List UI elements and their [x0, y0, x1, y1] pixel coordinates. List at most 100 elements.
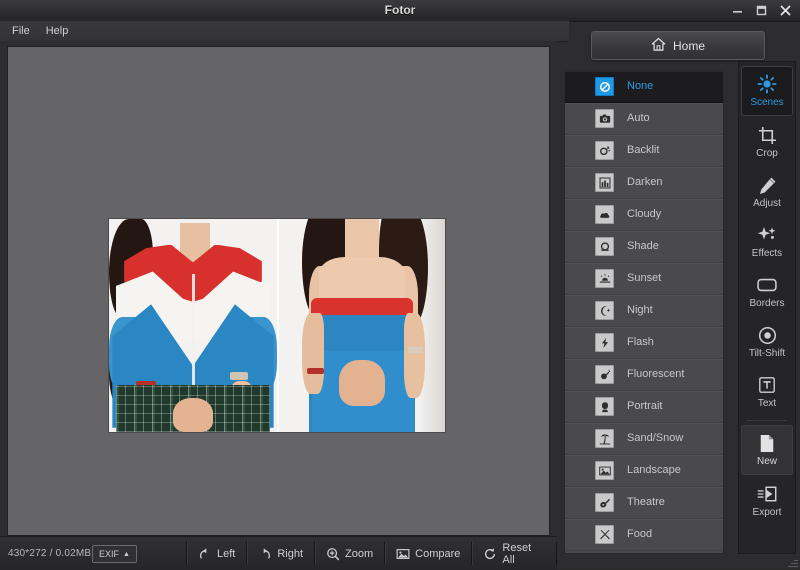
reset-all-label: Reset All: [502, 541, 532, 566]
portrait-icon: [595, 397, 614, 416]
crop-icon: [758, 125, 777, 145]
rail-item-crop[interactable]: Crop: [742, 118, 792, 166]
scene-label: Cloudy: [627, 208, 662, 220]
edited-photo[interactable]: [109, 219, 445, 432]
rotate-left-icon: [198, 547, 212, 561]
rotate-right-label: Right: [277, 547, 304, 560]
exif-button[interactable]: EXIF ▲: [92, 545, 137, 563]
menu-file[interactable]: File: [12, 25, 30, 37]
text-t-icon: [758, 375, 776, 395]
reset-icon: [483, 547, 497, 561]
caret-up-icon: ▲: [123, 550, 130, 558]
shade-icon: [595, 237, 614, 256]
backlit-sun-icon: [595, 141, 614, 160]
figure2-red-bracelet: [307, 368, 324, 375]
rail-divider: [747, 420, 787, 421]
maximize-button[interactable]: [750, 3, 772, 19]
rail-item-effects[interactable]: Effects: [742, 218, 792, 266]
rail-label: Borders: [749, 298, 785, 309]
home-button[interactable]: Home: [591, 31, 765, 60]
rail-label: New: [756, 456, 777, 467]
rail-item-new[interactable]: New: [741, 425, 793, 475]
scene-item-backlit[interactable]: Backlit: [565, 135, 723, 167]
rotate-left-label: Left: [217, 547, 236, 560]
title-bar: Fotor: [0, 0, 800, 22]
window-resize-grip[interactable]: [786, 555, 798, 567]
scene-label: Night: [627, 304, 653, 316]
fotor-application-window: Fotor File Help 430*272 / 0.02MB EXIF ▲ …: [0, 0, 800, 570]
rail-label: Text: [757, 398, 777, 409]
figure1-clasped-hands: [172, 397, 214, 432]
scene-item-auto[interactable]: Auto: [565, 103, 723, 135]
menu-help[interactable]: Help: [46, 25, 69, 37]
scene-item-flash[interactable]: Flash: [565, 327, 723, 359]
scene-item-shade[interactable]: Shade: [565, 231, 723, 263]
new-document-icon: [759, 433, 775, 453]
reset-all-button[interactable]: Reset All: [472, 541, 557, 566]
scene-item-fluorescent[interactable]: Fluorescent: [565, 359, 723, 391]
rail-item-export[interactable]: Export: [742, 477, 792, 525]
guitar-icon: [595, 493, 614, 512]
figure1-watch: [229, 372, 249, 380]
scene-item-night[interactable]: Night: [565, 295, 723, 327]
cloud-icon: [595, 205, 614, 224]
rail-item-adjust[interactable]: Adjust: [742, 168, 792, 216]
scene-item-darken[interactable]: Darken: [565, 167, 723, 199]
rail-item-scenes[interactable]: Scenes: [741, 66, 793, 116]
close-button[interactable]: [774, 3, 796, 19]
scene-label: Food: [627, 528, 653, 540]
compare-button[interactable]: Compare: [385, 542, 473, 565]
rail-label: Effects: [751, 248, 783, 259]
scene-label: Backlit: [627, 144, 660, 156]
rotate-left-button[interactable]: Left: [186, 542, 248, 565]
scene-label: Darken: [627, 176, 663, 188]
scene-item-none[interactable]: None: [565, 71, 723, 103]
scene-label: Landscape: [627, 464, 681, 476]
rail-label: Crop: [756, 148, 778, 159]
scene-item-food[interactable]: Food: [565, 519, 723, 551]
minimize-button[interactable]: [726, 3, 748, 19]
target-circle-icon: [758, 325, 777, 345]
sunset-icon: [595, 269, 614, 288]
scene-label: Shade: [627, 240, 659, 252]
scene-label: Auto: [627, 112, 650, 124]
scene-item-cloudy[interactable]: Cloudy: [565, 199, 723, 231]
scene-item-portrait[interactable]: Portrait: [565, 391, 723, 423]
rail-item-tilt-shift[interactable]: Tilt-Shift: [742, 318, 792, 366]
scene-item-theatre[interactable]: Theatre: [565, 487, 723, 519]
window-title: Fotor: [384, 3, 416, 17]
scene-item-sunset[interactable]: Sunset: [565, 263, 723, 295]
zoom-button[interactable]: Zoom: [315, 542, 386, 565]
tool-rail: Scenes Crop Adjust Effects Borders Tilt-…: [738, 61, 796, 554]
scenes-list-panel[interactable]: None Auto Backlit Darken Cloudy Shade Su…: [564, 70, 724, 554]
rotate-right-icon: [258, 547, 272, 561]
scene-label: Sunset: [627, 272, 662, 284]
lightning-icon: [595, 333, 614, 352]
image-info-label: 430*272 / 0.02MB: [8, 548, 92, 559]
scene-item-sand-snow[interactable]: Sand/Snow: [565, 423, 723, 455]
zoom-in-icon: [326, 547, 340, 561]
image-canvas[interactable]: [7, 46, 550, 536]
scene-label: Flash: [627, 336, 654, 348]
rail-label: Tilt-Shift: [748, 348, 786, 359]
rail-label: Scenes: [750, 97, 784, 108]
camera-icon: [595, 109, 614, 128]
scene-label: Portrait: [627, 400, 663, 412]
rail-item-borders[interactable]: Borders: [742, 268, 792, 316]
rail-label: Export: [752, 507, 782, 518]
scene-item-landscape[interactable]: Landscape: [565, 455, 723, 487]
photo-right-figure: [277, 219, 445, 432]
scene-label: Sand/Snow: [627, 432, 684, 444]
figure2-watch: [408, 346, 424, 354]
no-entry-icon: [595, 77, 614, 96]
compare-label: Compare: [415, 547, 461, 560]
compare-image-icon: [396, 547, 410, 561]
scene-label: Fluorescent: [627, 368, 685, 380]
pencil-icon: [758, 175, 777, 195]
rail-item-text[interactable]: Text: [742, 368, 792, 416]
landscape-icon: [595, 461, 614, 480]
exif-button-label: EXIF: [99, 549, 120, 559]
rotate-right-button[interactable]: Right: [247, 542, 316, 565]
building-icon: [595, 173, 614, 192]
brightness-sun-icon: [757, 74, 777, 94]
